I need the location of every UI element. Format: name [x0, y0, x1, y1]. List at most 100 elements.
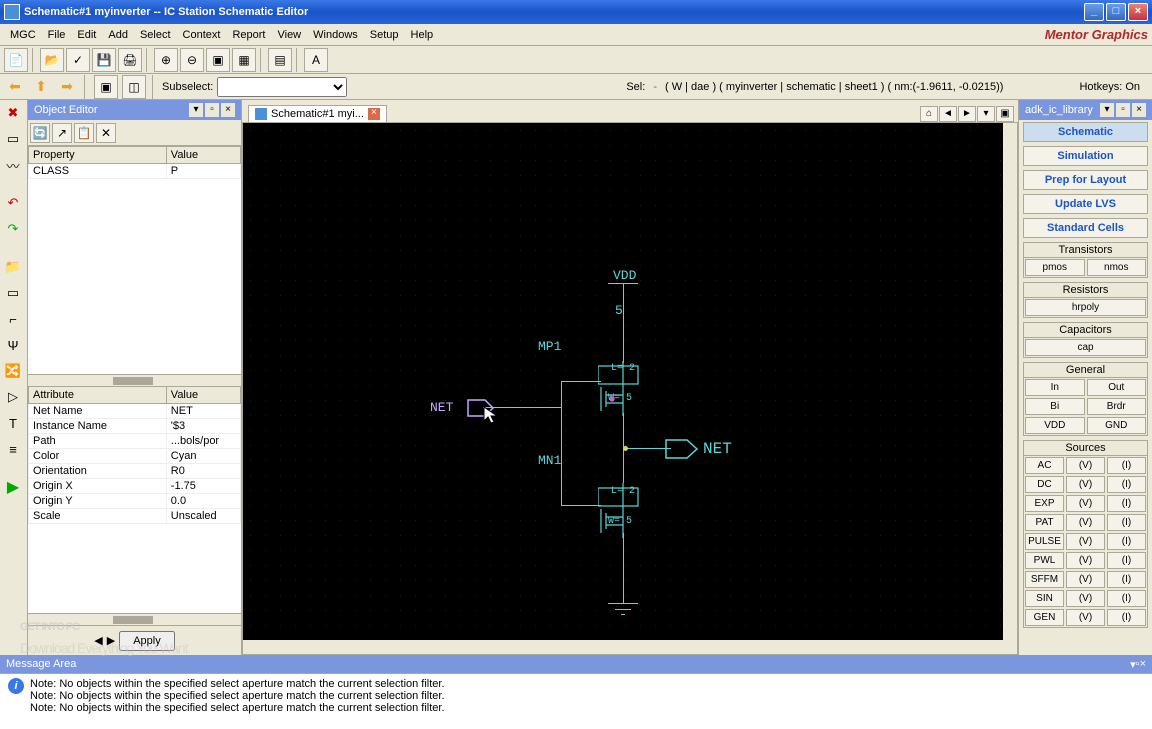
cell-brdr[interactable]: Brdr: [1087, 398, 1147, 415]
src-v[interactable]: (V): [1066, 552, 1105, 569]
menu-mgc[interactable]: MGC: [4, 27, 42, 43]
panel-close-icon[interactable]: ×: [1140, 658, 1146, 670]
menu-setup[interactable]: Setup: [364, 27, 405, 43]
src-v[interactable]: (V): [1066, 495, 1105, 512]
menu-add[interactable]: Add: [102, 27, 134, 43]
tool-a-icon[interactable]: ▤: [268, 48, 292, 72]
panel-menu-icon[interactable]: ▾: [189, 103, 203, 117]
btn-simulation[interactable]: Simulation: [1023, 146, 1148, 166]
tab-schematic[interactable]: Schematic#1 myi... ×: [248, 105, 387, 122]
forward-icon[interactable]: ➡: [56, 76, 78, 98]
port-icon[interactable]: ▷: [2, 386, 24, 408]
back-icon[interactable]: ⬅: [4, 76, 26, 98]
src-i[interactable]: (I): [1107, 552, 1146, 569]
tab-close-icon[interactable]: ×: [368, 108, 380, 120]
cell-cap[interactable]: cap: [1025, 339, 1146, 356]
src-v[interactable]: (V): [1066, 571, 1105, 588]
close-button[interactable]: ×: [1128, 3, 1148, 21]
prop-icon[interactable]: ≡: [2, 438, 24, 460]
src-i[interactable]: (I): [1107, 476, 1146, 493]
col-value[interactable]: Value: [166, 386, 240, 403]
property-table[interactable]: Property Value CLASSP: [28, 146, 241, 374]
panel-pin-icon[interactable]: ▫: [205, 103, 219, 117]
save-icon[interactable]: ✓: [66, 48, 90, 72]
src-name[interactable]: PULSE: [1025, 533, 1064, 550]
zoom-in-icon[interactable]: ⊕: [154, 48, 178, 72]
net-icon[interactable]: 🔀: [2, 360, 24, 382]
col-value[interactable]: Value: [166, 147, 240, 164]
window-icon[interactable]: ▭: [2, 282, 24, 304]
minimize-button[interactable]: _: [1084, 3, 1104, 21]
src-v[interactable]: (V): [1066, 476, 1105, 493]
branch-icon[interactable]: Ψ: [2, 334, 24, 356]
tab-prev-icon[interactable]: ◄: [939, 106, 957, 122]
new-icon[interactable]: 📄: [4, 48, 28, 72]
menu-view[interactable]: View: [271, 27, 307, 43]
src-name[interactable]: PAT: [1025, 514, 1064, 531]
prev-icon[interactable]: ◀: [94, 634, 102, 647]
menu-help[interactable]: Help: [405, 27, 440, 43]
v-scrollbar[interactable]: [1003, 123, 1017, 640]
refresh-icon[interactable]: 🔄: [30, 123, 50, 143]
src-v[interactable]: (V): [1066, 590, 1105, 607]
redo-icon[interactable]: ↷: [2, 218, 24, 240]
delete-icon[interactable]: ✖: [2, 102, 24, 124]
menu-select[interactable]: Select: [134, 27, 177, 43]
h-scrollbar[interactable]: [243, 640, 1003, 654]
nav-tool1-icon[interactable]: ▣: [94, 75, 118, 99]
btn-update-lvs[interactable]: Update LVS: [1023, 194, 1148, 214]
cell-pmos[interactable]: pmos: [1025, 259, 1085, 276]
open-icon[interactable]: 📂: [40, 48, 64, 72]
panel-menu-icon[interactable]: ▾: [1100, 103, 1114, 117]
next-icon[interactable]: ▶: [107, 634, 115, 647]
zoom-out-icon[interactable]: ⊖: [180, 48, 204, 72]
apply-button[interactable]: Apply: [119, 631, 175, 651]
grid-icon[interactable]: ▦: [232, 48, 256, 72]
fit-icon[interactable]: ▣: [206, 48, 230, 72]
folder-icon[interactable]: 📁: [2, 256, 24, 278]
disk-icon[interactable]: 💾: [92, 48, 116, 72]
btn-prep-layout[interactable]: Prep for Layout: [1023, 170, 1148, 190]
attribute-table[interactable]: Attribute Value Net NameNETInstance Name…: [28, 386, 241, 614]
clear-icon[interactable]: ✕: [96, 123, 116, 143]
src-name[interactable]: AC: [1025, 457, 1064, 474]
panel-close-icon[interactable]: ×: [1132, 103, 1146, 117]
btn-standard-cells[interactable]: Standard Cells: [1023, 218, 1148, 238]
maximize-button[interactable]: □: [1106, 3, 1126, 21]
src-v[interactable]: (V): [1066, 533, 1105, 550]
subselect-dropdown[interactable]: [217, 77, 347, 97]
goto-icon[interactable]: ↗: [52, 123, 72, 143]
btn-schematic[interactable]: Schematic: [1023, 122, 1148, 142]
wire-icon[interactable]: 〰: [2, 154, 24, 176]
cell-nmos[interactable]: nmos: [1087, 259, 1147, 276]
tab-list-icon[interactable]: ▾: [977, 106, 995, 122]
cell-vdd[interactable]: VDD: [1025, 417, 1085, 434]
panel-close-icon[interactable]: ×: [221, 103, 235, 117]
run-icon[interactable]: ▶: [2, 476, 24, 498]
menu-edit[interactable]: Edit: [71, 27, 102, 43]
src-v[interactable]: (V): [1066, 457, 1105, 474]
schematic-canvas[interactable]: VDD 5 MP1 MN1 NET NET L= 2 W= 5 L= 2 W= …: [243, 123, 1003, 640]
src-i[interactable]: (I): [1107, 609, 1146, 626]
up-icon[interactable]: ⬆: [30, 76, 52, 98]
src-i[interactable]: (I): [1107, 590, 1146, 607]
text-icon[interactable]: T: [2, 412, 24, 434]
src-name[interactable]: SFFM: [1025, 571, 1064, 588]
tab-max-icon[interactable]: ▣: [996, 106, 1014, 122]
route-icon[interactable]: ⌐: [2, 308, 24, 330]
col-property[interactable]: Property: [29, 147, 167, 164]
panel-pin-icon[interactable]: ▫: [1116, 103, 1130, 117]
tab-home-icon[interactable]: ⌂: [920, 106, 938, 122]
menu-report[interactable]: Report: [226, 27, 271, 43]
undo-icon[interactable]: ↶: [2, 192, 24, 214]
cell-bi[interactable]: Bi: [1025, 398, 1085, 415]
menu-file[interactable]: File: [42, 27, 72, 43]
text-a-icon[interactable]: A: [304, 48, 328, 72]
src-i[interactable]: (I): [1107, 457, 1146, 474]
src-name[interactable]: SIN: [1025, 590, 1064, 607]
select-icon[interactable]: ▭: [2, 128, 24, 150]
cell-gnd[interactable]: GND: [1087, 417, 1147, 434]
src-name[interactable]: EXP: [1025, 495, 1064, 512]
cell-hrpoly[interactable]: hrpoly: [1025, 299, 1146, 316]
col-attribute[interactable]: Attribute: [29, 386, 167, 403]
